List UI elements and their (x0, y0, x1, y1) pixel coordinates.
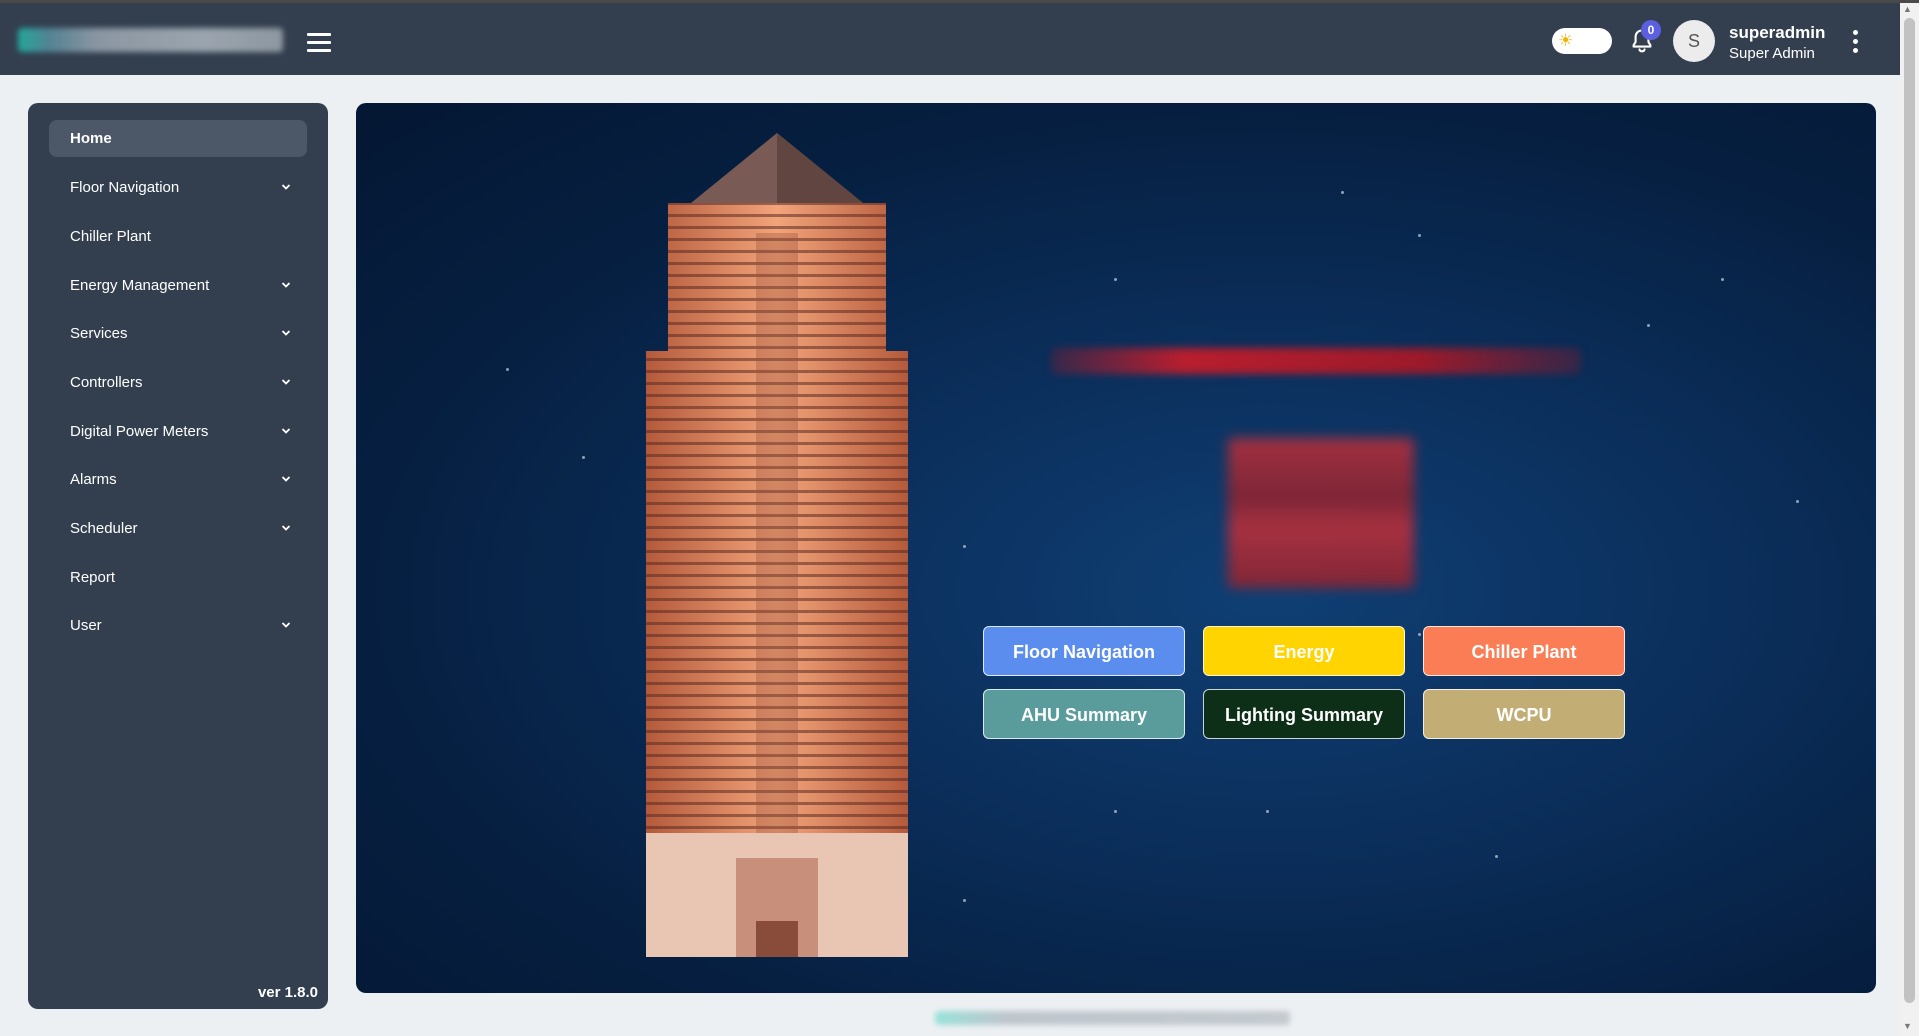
chevron-down-icon (281, 184, 291, 190)
sidebar-item-services[interactable]: Services (49, 315, 307, 352)
chevron-down-icon (281, 428, 291, 434)
sidebar-item-label: User (70, 617, 102, 634)
sidebar-item-label: Energy Management (70, 277, 210, 294)
sidebar-item-chiller-plant[interactable]: Chiller Plant (49, 218, 307, 255)
sidebar-item-label: Digital Power Meters (70, 423, 209, 440)
home-hero-panel: Floor Navigation Energy Chiller Plant AH… (356, 103, 1876, 993)
chevron-down-icon (281, 476, 291, 482)
sidebar-item-label: Scheduler (70, 520, 138, 537)
chevron-down-icon (281, 525, 291, 531)
footer-logo-redacted (935, 1011, 1290, 1025)
scroll-down-arrow-icon[interactable]: ▼ (1903, 1021, 1912, 1031)
sidebar-item-energy-management[interactable]: Energy Management (49, 267, 307, 304)
sidebar-item-label: Services (70, 325, 128, 342)
chevron-down-icon (281, 330, 291, 336)
sidebar-item-scheduler[interactable]: Scheduler (49, 510, 307, 547)
sidebar-item-alarms[interactable]: Alarms (49, 461, 307, 498)
chevron-down-icon (281, 282, 291, 288)
company-logo (18, 28, 283, 52)
scroll-up-arrow-icon[interactable]: ▲ (1903, 4, 1912, 14)
quick-link-label: Energy (1273, 642, 1335, 662)
sidebar-item-report[interactable]: Report (49, 559, 307, 596)
building-illustration (646, 133, 908, 957)
quick-link-label: AHU Summary (1020, 705, 1148, 725)
sidebar-item-label: Floor Navigation (70, 179, 180, 196)
quick-link-label: Lighting Summary (1224, 705, 1383, 725)
sidebar-item-digital-power-meters[interactable]: Digital Power Meters (49, 413, 307, 450)
theme-toggle[interactable]: ☀ (1552, 28, 1612, 54)
sun-icon: ☀ (1558, 31, 1574, 50)
user-name: superadmin (1729, 23, 1826, 42)
top-bar: ☀ 0 S superadmin Super Admin (0, 3, 1900, 75)
menu-toggle-icon[interactable] (307, 33, 331, 53)
notification-count-badge: 0 (1641, 20, 1661, 40)
quick-link-chiller-plant[interactable]: Chiller Plant (1423, 626, 1625, 676)
quick-link-label: WCPU (1496, 705, 1552, 725)
more-options-icon[interactable] (1850, 30, 1860, 56)
quick-link-wcpu[interactable]: WCPU (1423, 689, 1625, 739)
chevron-down-icon (281, 379, 291, 385)
quick-link-ahu-summary[interactable]: AHU Summary (983, 689, 1185, 739)
sidebar-item-label: Controllers (70, 374, 143, 391)
sidebar-item-label: Chiller Plant (70, 228, 151, 245)
sidebar-item-label: Report (70, 569, 116, 586)
sidebar-item-user[interactable]: User (49, 607, 307, 644)
site-emblem-redacted (1228, 438, 1414, 588)
user-avatar[interactable]: S (1673, 20, 1715, 62)
quick-link-floor-navigation[interactable]: Floor Navigation (983, 626, 1185, 676)
site-title-redacted (1051, 348, 1581, 374)
sidebar: Home Floor Navigation Chiller Plant Ener… (28, 103, 328, 1009)
quick-link-label: Floor Navigation (1012, 642, 1155, 662)
quick-link-lighting-summary[interactable]: Lighting Summary (1203, 689, 1405, 739)
quick-link-energy[interactable]: Energy (1203, 626, 1405, 676)
sidebar-item-controllers[interactable]: Controllers (49, 364, 307, 401)
app-version: ver 1.8.0 (257, 984, 318, 1001)
scrollbar-thumb[interactable] (1904, 18, 1915, 1003)
sidebar-item-label: Alarms (70, 471, 117, 488)
sidebar-item-home[interactable]: Home (49, 120, 307, 157)
chevron-down-icon (281, 622, 291, 628)
quick-link-label: Chiller Plant (1471, 642, 1577, 662)
user-role: Super Admin (1729, 45, 1815, 62)
sidebar-item-label: Home (70, 130, 112, 147)
sidebar-item-floor-navigation[interactable]: Floor Navigation (49, 169, 307, 206)
